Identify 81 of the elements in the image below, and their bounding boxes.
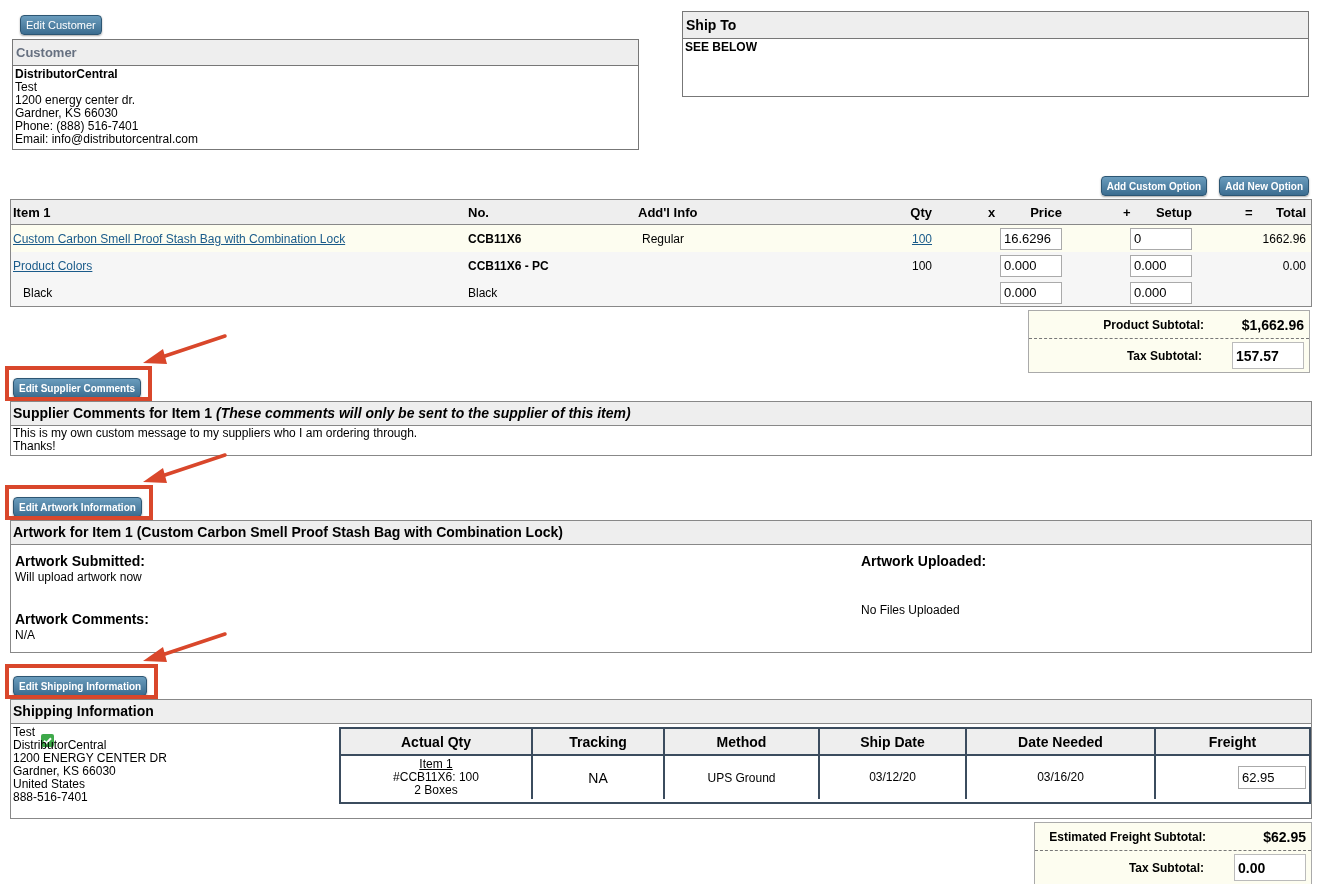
setup-field[interactable]: 0.000 bbox=[1130, 281, 1192, 304]
address-line: Phone: (888) 516-7401 bbox=[15, 120, 140, 133]
table-cell: 2 Boxes bbox=[414, 784, 458, 797]
table-cell: 0.00 bbox=[1282, 258, 1306, 273]
ship-to-text: SEE BELOW bbox=[684, 39, 758, 55]
column-header: Qty bbox=[910, 204, 932, 220]
address-line: 888-516-7401 bbox=[13, 791, 89, 804]
edit-button[interactable]: Edit Shipping Information bbox=[13, 676, 148, 696]
column-header: Tracking bbox=[533, 729, 665, 754]
section-title: Artwork for Item 1 (Custom Carbon Smell Proof Stash Bag with Combination Lock) bbox=[11, 521, 1311, 545]
address-line: 1200 ENERGY CENTER DR bbox=[13, 752, 168, 765]
table-cell: CCB11X6 bbox=[468, 231, 522, 246]
table-cell: 03/12/20 bbox=[869, 771, 916, 784]
table-cell: UPS Ground bbox=[707, 770, 776, 785]
column-header: Add'l Info bbox=[638, 204, 698, 220]
field-value: No Files Uploaded bbox=[861, 603, 961, 617]
table-cell: #CCB11X6: 100 bbox=[393, 771, 479, 784]
address-line: DistributorCentral bbox=[13, 739, 108, 752]
total-value: $62.95 bbox=[1262, 828, 1306, 845]
tax-field[interactable]: 0.00 bbox=[1234, 854, 1306, 881]
price-field[interactable]: 0.000 bbox=[1000, 281, 1062, 304]
column-header: Freight bbox=[1207, 732, 1258, 752]
column-header: Total bbox=[1275, 204, 1306, 220]
column-header: Date Needed bbox=[967, 729, 1156, 754]
field-value: Will upload artwork now bbox=[15, 570, 143, 584]
comment-text: This is my own custom message to my suppliers who I am ordering through. bbox=[13, 427, 419, 440]
address-line: Test bbox=[13, 726, 35, 739]
panel-title: Ship To bbox=[683, 12, 1308, 39]
edit-button[interactable]: Edit Supplier Comments bbox=[13, 378, 142, 398]
column-header: Ship Date bbox=[820, 729, 967, 754]
item-link[interactable]: Item 1 bbox=[419, 758, 453, 771]
table-cell: CCB11X6 - PC bbox=[468, 258, 549, 273]
option-button[interactable]: Add Custom Option bbox=[1100, 176, 1208, 196]
section-title: Shipping Information bbox=[11, 700, 1311, 724]
field-label: Artwork Uploaded: bbox=[861, 552, 987, 570]
operator-sign: = bbox=[1245, 204, 1253, 220]
section-title: Supplier Comments for Item 1 (These comments will only be sent to the supplier of this item) bbox=[11, 402, 1311, 426]
option-button[interactable]: Add New Option bbox=[1219, 176, 1309, 196]
setup-field[interactable]: 0.000 bbox=[1130, 254, 1192, 277]
column-header: Item 1 bbox=[13, 204, 51, 220]
column-header: No. bbox=[468, 204, 489, 220]
table-cell: Black bbox=[468, 285, 498, 300]
operator-sign: + bbox=[1123, 204, 1131, 220]
address-line: Gardner, KS 66030 bbox=[13, 765, 117, 778]
item-link[interactable]: Custom Carbon Smell Proof Stash Bag with Combination Lock bbox=[13, 231, 346, 246]
address-line: Gardner, KS 66030 bbox=[15, 107, 119, 120]
customer-name: DistributorCentral bbox=[15, 68, 119, 81]
total-label: Tax Subtotal: bbox=[1125, 348, 1203, 363]
field-label: Artwork Submitted: bbox=[15, 552, 146, 570]
column-header: Actual Qty bbox=[341, 729, 533, 754]
freight-field[interactable]: 62.95 bbox=[1238, 766, 1306, 789]
table-cell: 1662.96 bbox=[1262, 231, 1306, 246]
field-value: N/A bbox=[15, 628, 36, 642]
total-label: Estimated Freight Subtotal: bbox=[1048, 829, 1207, 844]
table-cell: NA bbox=[588, 769, 608, 786]
edit-customer-button[interactable]: Edit Customer bbox=[20, 15, 102, 35]
item-link[interactable]: Product Colors bbox=[13, 258, 93, 273]
column-header: Method bbox=[665, 729, 820, 754]
table-cell: 03/16/20 bbox=[1037, 771, 1084, 784]
field-label: Artwork Comments: bbox=[15, 610, 150, 628]
total-label: Tax Subtotal: bbox=[1127, 860, 1205, 875]
qty-link[interactable]: 100 bbox=[911, 231, 932, 246]
price-field[interactable]: 16.6296 bbox=[1000, 227, 1062, 250]
column-header: Price bbox=[1030, 204, 1062, 220]
tax-field[interactable]: 157.57 bbox=[1232, 342, 1304, 369]
edit-button[interactable]: Edit Artwork Information bbox=[13, 497, 142, 517]
table-cell: 100 bbox=[911, 258, 932, 273]
column-header: Setup bbox=[1155, 204, 1192, 220]
address-line: Email: info@distributorcentral.com bbox=[15, 133, 199, 146]
setup-field[interactable]: 0 bbox=[1130, 227, 1192, 250]
address-line: 1200 energy center dr. bbox=[15, 94, 137, 107]
comment-text: Thanks! bbox=[13, 440, 56, 453]
address-line: United States bbox=[13, 778, 87, 791]
total-value: $1,662.96 bbox=[1240, 316, 1304, 333]
address-line: Test bbox=[15, 81, 38, 94]
panel-title: Customer bbox=[13, 40, 638, 66]
operator-sign: x bbox=[988, 204, 996, 220]
total-label: Product Subtotal: bbox=[1102, 317, 1205, 332]
price-field[interactable]: 0.000 bbox=[1000, 254, 1062, 277]
table-cell: Black bbox=[23, 285, 53, 300]
table-cell-text: Regular bbox=[641, 231, 685, 246]
